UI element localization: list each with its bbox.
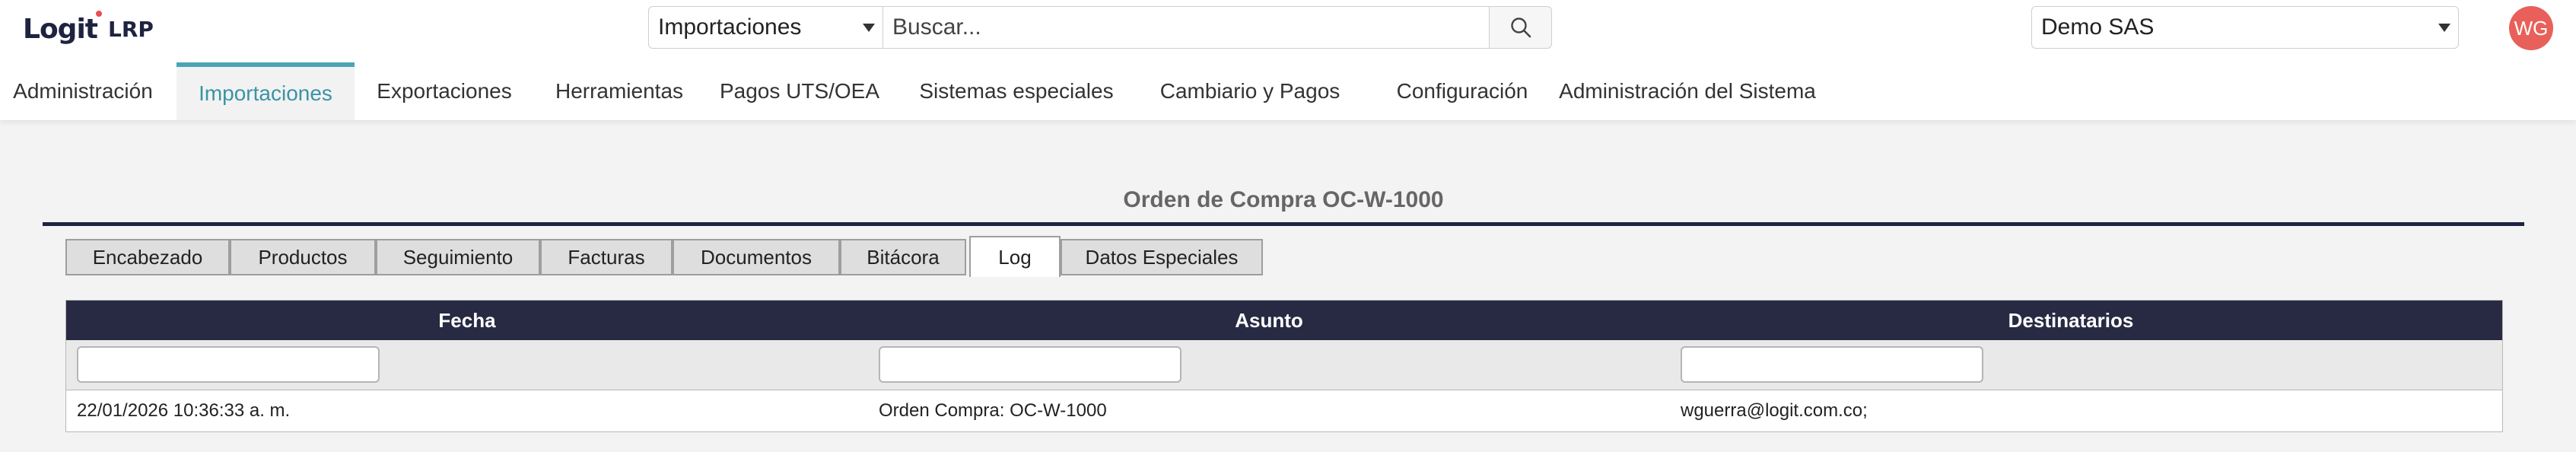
main-nav: Administración Importaciones Exportacion… — [0, 62, 2576, 121]
logo-dot — [96, 10, 102, 17]
cell-destinatarios: wguerra@logit.com.co; — [1681, 400, 1868, 421]
logo-text: Logit — [23, 10, 102, 45]
nav-item-configuracion[interactable]: Configuración — [1372, 62, 1552, 120]
tab-facturas[interactable]: Facturas — [540, 239, 673, 275]
company-select-value: Demo SAS — [2041, 14, 2155, 40]
tab-bitacora[interactable]: Bitácora — [840, 239, 966, 275]
nav-item-importaciones[interactable]: Importaciones — [177, 62, 355, 120]
title-divider — [43, 222, 2524, 226]
tab-seguimiento[interactable]: Seguimiento — [376, 239, 540, 275]
filter-input-asunto[interactable] — [879, 346, 1181, 383]
table-row[interactable]: 22/01/2026 10:36:33 a. m. Orden Compra: … — [66, 390, 2502, 431]
table-header: Fecha Asunto Destinatarios — [66, 301, 2502, 340]
module-select-value: Importaciones — [658, 14, 802, 40]
search-input[interactable] — [883, 6, 1490, 49]
logo-suffix: LRP — [108, 16, 154, 42]
app-logo[interactable]: Logit LRP — [23, 10, 154, 47]
cell-fecha: 22/01/2026 10:36:33 a. m. — [77, 400, 291, 421]
chevron-down-icon — [863, 24, 875, 32]
nav-item-herramientas[interactable]: Herramientas — [545, 62, 694, 120]
nav-item-sistemas-especiales[interactable]: Sistemas especiales — [905, 62, 1127, 120]
search-icon — [1510, 18, 1531, 38]
top-bar: Logit LRP Importaciones Demo SAS WG — [0, 0, 2576, 63]
tab-datos-especiales[interactable]: Datos Especiales — [1061, 239, 1263, 275]
filter-input-fecha[interactable] — [77, 346, 380, 383]
page-title: Orden de Compra OC-W-1000 — [1123, 187, 1444, 212]
nav-item-cambiario-pagos[interactable]: Cambiario y Pagos — [1150, 62, 1350, 120]
tab-encabezado[interactable]: Encabezado — [65, 239, 230, 275]
nav-item-pagos-uts-oea[interactable]: Pagos UTS/OEA — [717, 62, 883, 120]
column-header-destinatarios[interactable]: Destinatarios — [1670, 301, 2472, 340]
column-header-asunto[interactable]: Asunto — [868, 301, 1670, 340]
log-table: Fecha Asunto Destinatarios 22/01/2026 10… — [65, 300, 2503, 432]
module-select[interactable]: Importaciones — [648, 6, 883, 49]
tab-documentos[interactable]: Documentos — [673, 239, 840, 275]
filter-input-destinatarios[interactable] — [1681, 346, 1983, 383]
chevron-down-icon — [2438, 24, 2450, 32]
cell-asunto: Orden Compra: OC-W-1000 — [879, 400, 1107, 421]
nav-item-administracion[interactable]: Administración — [0, 62, 166, 120]
company-select[interactable]: Demo SAS — [2031, 6, 2459, 49]
nav-item-administracion-sistema[interactable]: Administración del Sistema — [1552, 62, 1823, 120]
filter-row — [66, 340, 2502, 390]
tab-log[interactable]: Log — [969, 236, 1061, 277]
tab-productos[interactable]: Productos — [230, 239, 376, 275]
column-header-fecha[interactable]: Fecha — [66, 301, 868, 340]
nav-item-exportaciones[interactable]: Exportaciones — [367, 62, 522, 120]
user-avatar[interactable]: WG — [2509, 6, 2553, 50]
search-button[interactable] — [1490, 6, 1552, 49]
